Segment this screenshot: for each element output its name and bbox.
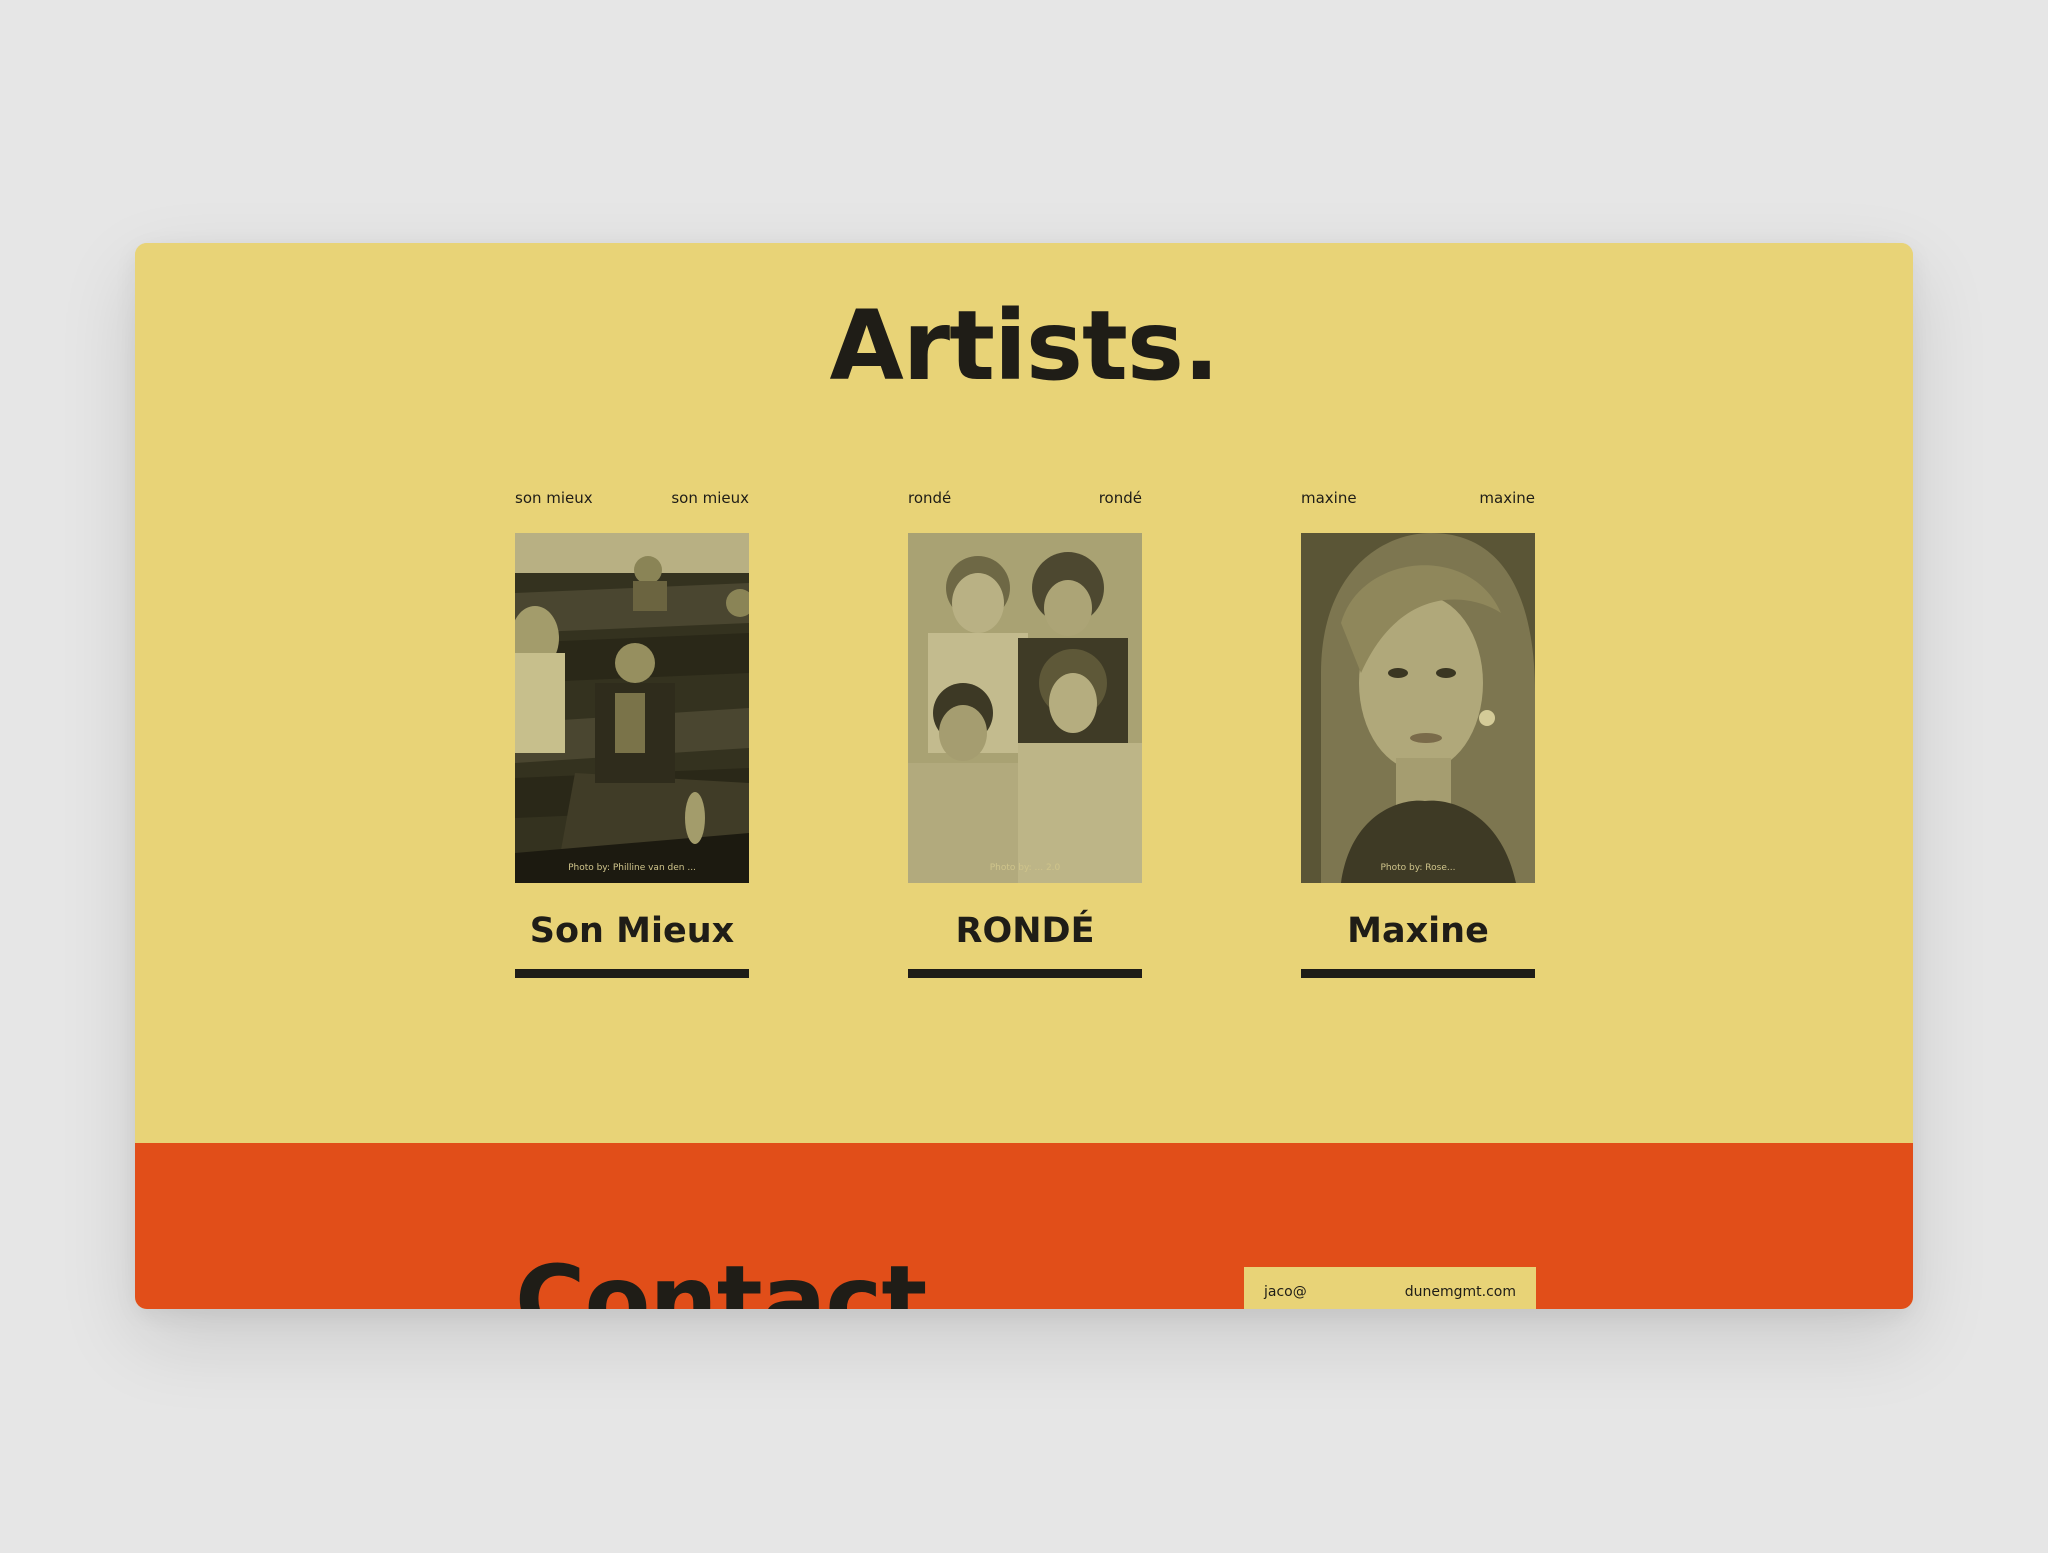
card-underline xyxy=(908,969,1142,978)
email-user: jaco@ xyxy=(1264,1284,1307,1300)
browser-window: Artists. son mieux son mieux Photo by: P… xyxy=(135,243,1913,1309)
artist-photo[interactable]: Photo by: Rose... xyxy=(1301,533,1535,883)
artist-name: Son Mieux xyxy=(529,911,735,951)
email-domain: dunemgmt.com xyxy=(1404,1284,1516,1300)
card-header: rondé rondé xyxy=(908,485,1142,511)
card-tag-right: maxine xyxy=(1479,489,1535,507)
card-tag-left: son mieux xyxy=(515,489,593,507)
photo-credit: Photo by: Philline van den ... xyxy=(568,863,696,873)
card-underline xyxy=(515,969,749,978)
card-header: son mieux son mieux xyxy=(515,485,749,511)
card-tag-left: maxine xyxy=(1301,489,1357,507)
photo-credit: Photo by: ... 2.0 xyxy=(989,863,1061,873)
card-underline xyxy=(1301,969,1535,978)
card-tag-left: rondé xyxy=(908,489,952,507)
contact-section: Contact jaco@ dunemgmt.com xyxy=(135,1143,1913,1309)
artist-card-maxine[interactable]: maxine maxine Photo by: Rose... Maxine xyxy=(1301,485,1535,978)
email-link[interactable]: jaco@ dunemgmt.com xyxy=(1244,1267,1536,1309)
band-photo-image xyxy=(515,533,749,883)
artist-card-son-mieux[interactable]: son mieux son mieux Photo by: Philline v… xyxy=(515,485,749,978)
card-tag-right: rondé xyxy=(1098,489,1142,507)
artist-name: RONDÉ xyxy=(955,911,1095,951)
band-photo-image xyxy=(908,533,1142,883)
artist-photo[interactable]: Photo by: Philline van den ... xyxy=(515,533,749,883)
artists-heading: Artists. xyxy=(829,290,1219,402)
artists-section: Artists. son mieux son mieux Photo by: P… xyxy=(135,243,1913,1143)
card-tag-right: son mieux xyxy=(671,489,749,507)
card-header: maxine maxine xyxy=(1301,485,1535,511)
contact-heading: Contact xyxy=(515,1245,927,1309)
photo-credit: Photo by: Rose... xyxy=(1380,863,1456,873)
portrait-photo-image xyxy=(1301,533,1535,883)
artist-photo[interactable]: Photo by: ... 2.0 xyxy=(908,533,1142,883)
artist-card-ronde[interactable]: rondé rondé Photo by: ... 2.0 RONDÉ xyxy=(908,485,1142,978)
artist-name: Maxine xyxy=(1347,911,1489,951)
